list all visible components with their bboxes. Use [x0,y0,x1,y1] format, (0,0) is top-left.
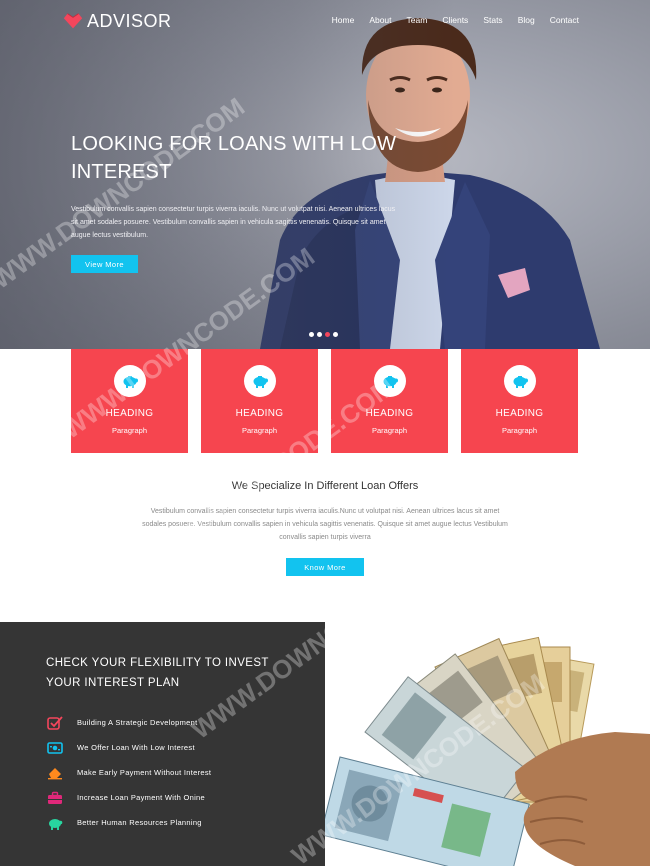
piggy-bank-icon [46,816,64,830]
nav-clients[interactable]: Clients [442,15,468,25]
card-paragraph: Paragraph [241,426,278,435]
card-heading: HEADING [235,408,284,419]
feature-card[interactable]: HEADING Paragraph [461,349,578,453]
slider-dot[interactable] [333,332,338,337]
flexibility-panel: CHECK YOUR FLEXIBILITY TO INVEST YOUR IN… [0,622,325,866]
slider-dot[interactable] [317,332,322,337]
specialize-text: Vestibulum convallis sapien consectetur … [142,508,508,541]
nav-blog[interactable]: Blog [518,15,535,25]
list-item: Make Early Payment Without Interest [46,760,211,785]
logo-icon [63,13,83,29]
eraser-icon [46,766,64,780]
nav-about[interactable]: About [369,15,391,25]
checkbox-icon [46,715,64,730]
card-heading: HEADING [105,408,154,419]
card-paragraph: Paragraph [371,426,408,435]
card-icon-circle [113,365,146,397]
card-icon-circle [243,365,276,397]
list-item-label: Building A Strategic Development [77,718,198,727]
feature-list: Building A Strategic Development We Offe… [46,710,211,835]
card-icon-circle [373,365,406,397]
flexibility-title: CHECK YOUR FLEXIBILITY TO INVEST YOUR IN… [46,657,269,689]
list-item-label: Better Human Resources Planning [77,818,202,827]
card-heading: HEADING [495,408,544,419]
list-item-label: We Offer Loan With Low Interest [77,743,195,752]
list-item: We Offer Loan With Low Interest [46,735,211,760]
specialize-title: We Specialize In Different Loan Offers [231,480,419,492]
piggy-bank-icon [253,376,268,388]
slider-dots [309,332,338,337]
list-item: Better Human Resources Planning [46,810,211,835]
list-item-label: Increase Loan Payment With Onine [77,793,205,802]
feature-card[interactable]: HEADING Paragraph [201,349,318,453]
list-item: Building A Strategic Development [46,710,211,735]
know-more-button[interactable]: Know More [286,558,364,576]
nav-team[interactable]: Team [407,15,428,25]
nav-home[interactable]: Home [332,15,355,25]
nav-stats[interactable]: Stats [483,15,502,25]
view-more-button[interactable]: View More [71,255,138,273]
card-paragraph: Paragraph [501,426,538,435]
briefcase-icon [46,791,64,805]
hero-section: ADVISOR Home About Team Clients Stats Bl… [0,0,650,349]
hero-text: Vestibulum convallis sapien consectetur … [71,206,396,239]
list-item-label: Make Early Payment Without Interest [77,768,212,777]
hero-title: LOOKING FOR LOANS WITH LOW INTEREST [71,133,397,183]
feature-card[interactable]: HEADING Paragraph [71,349,188,453]
slider-dot[interactable] [309,332,314,337]
feature-card[interactable]: HEADING Paragraph [331,349,448,453]
slider-dot-active[interactable] [325,332,330,337]
main-nav: Home About Team Clients Stats Blog Conta… [317,15,579,25]
brand-logo[interactable]: ADVISOR [62,10,172,32]
banknotes-in-hand-image [325,636,650,866]
card-icon-circle [503,365,536,397]
money-icon [46,741,64,755]
list-item: Increase Loan Payment With Onine [46,785,211,810]
card-paragraph: Paragraph [111,426,148,435]
card-heading: HEADING [365,408,414,419]
brand-name: ADVISOR [87,10,172,31]
piggy-bank-icon [513,376,528,388]
piggy-bank-icon [123,376,138,388]
nav-contact[interactable]: Contact [550,15,579,25]
piggy-bank-icon [383,376,398,388]
